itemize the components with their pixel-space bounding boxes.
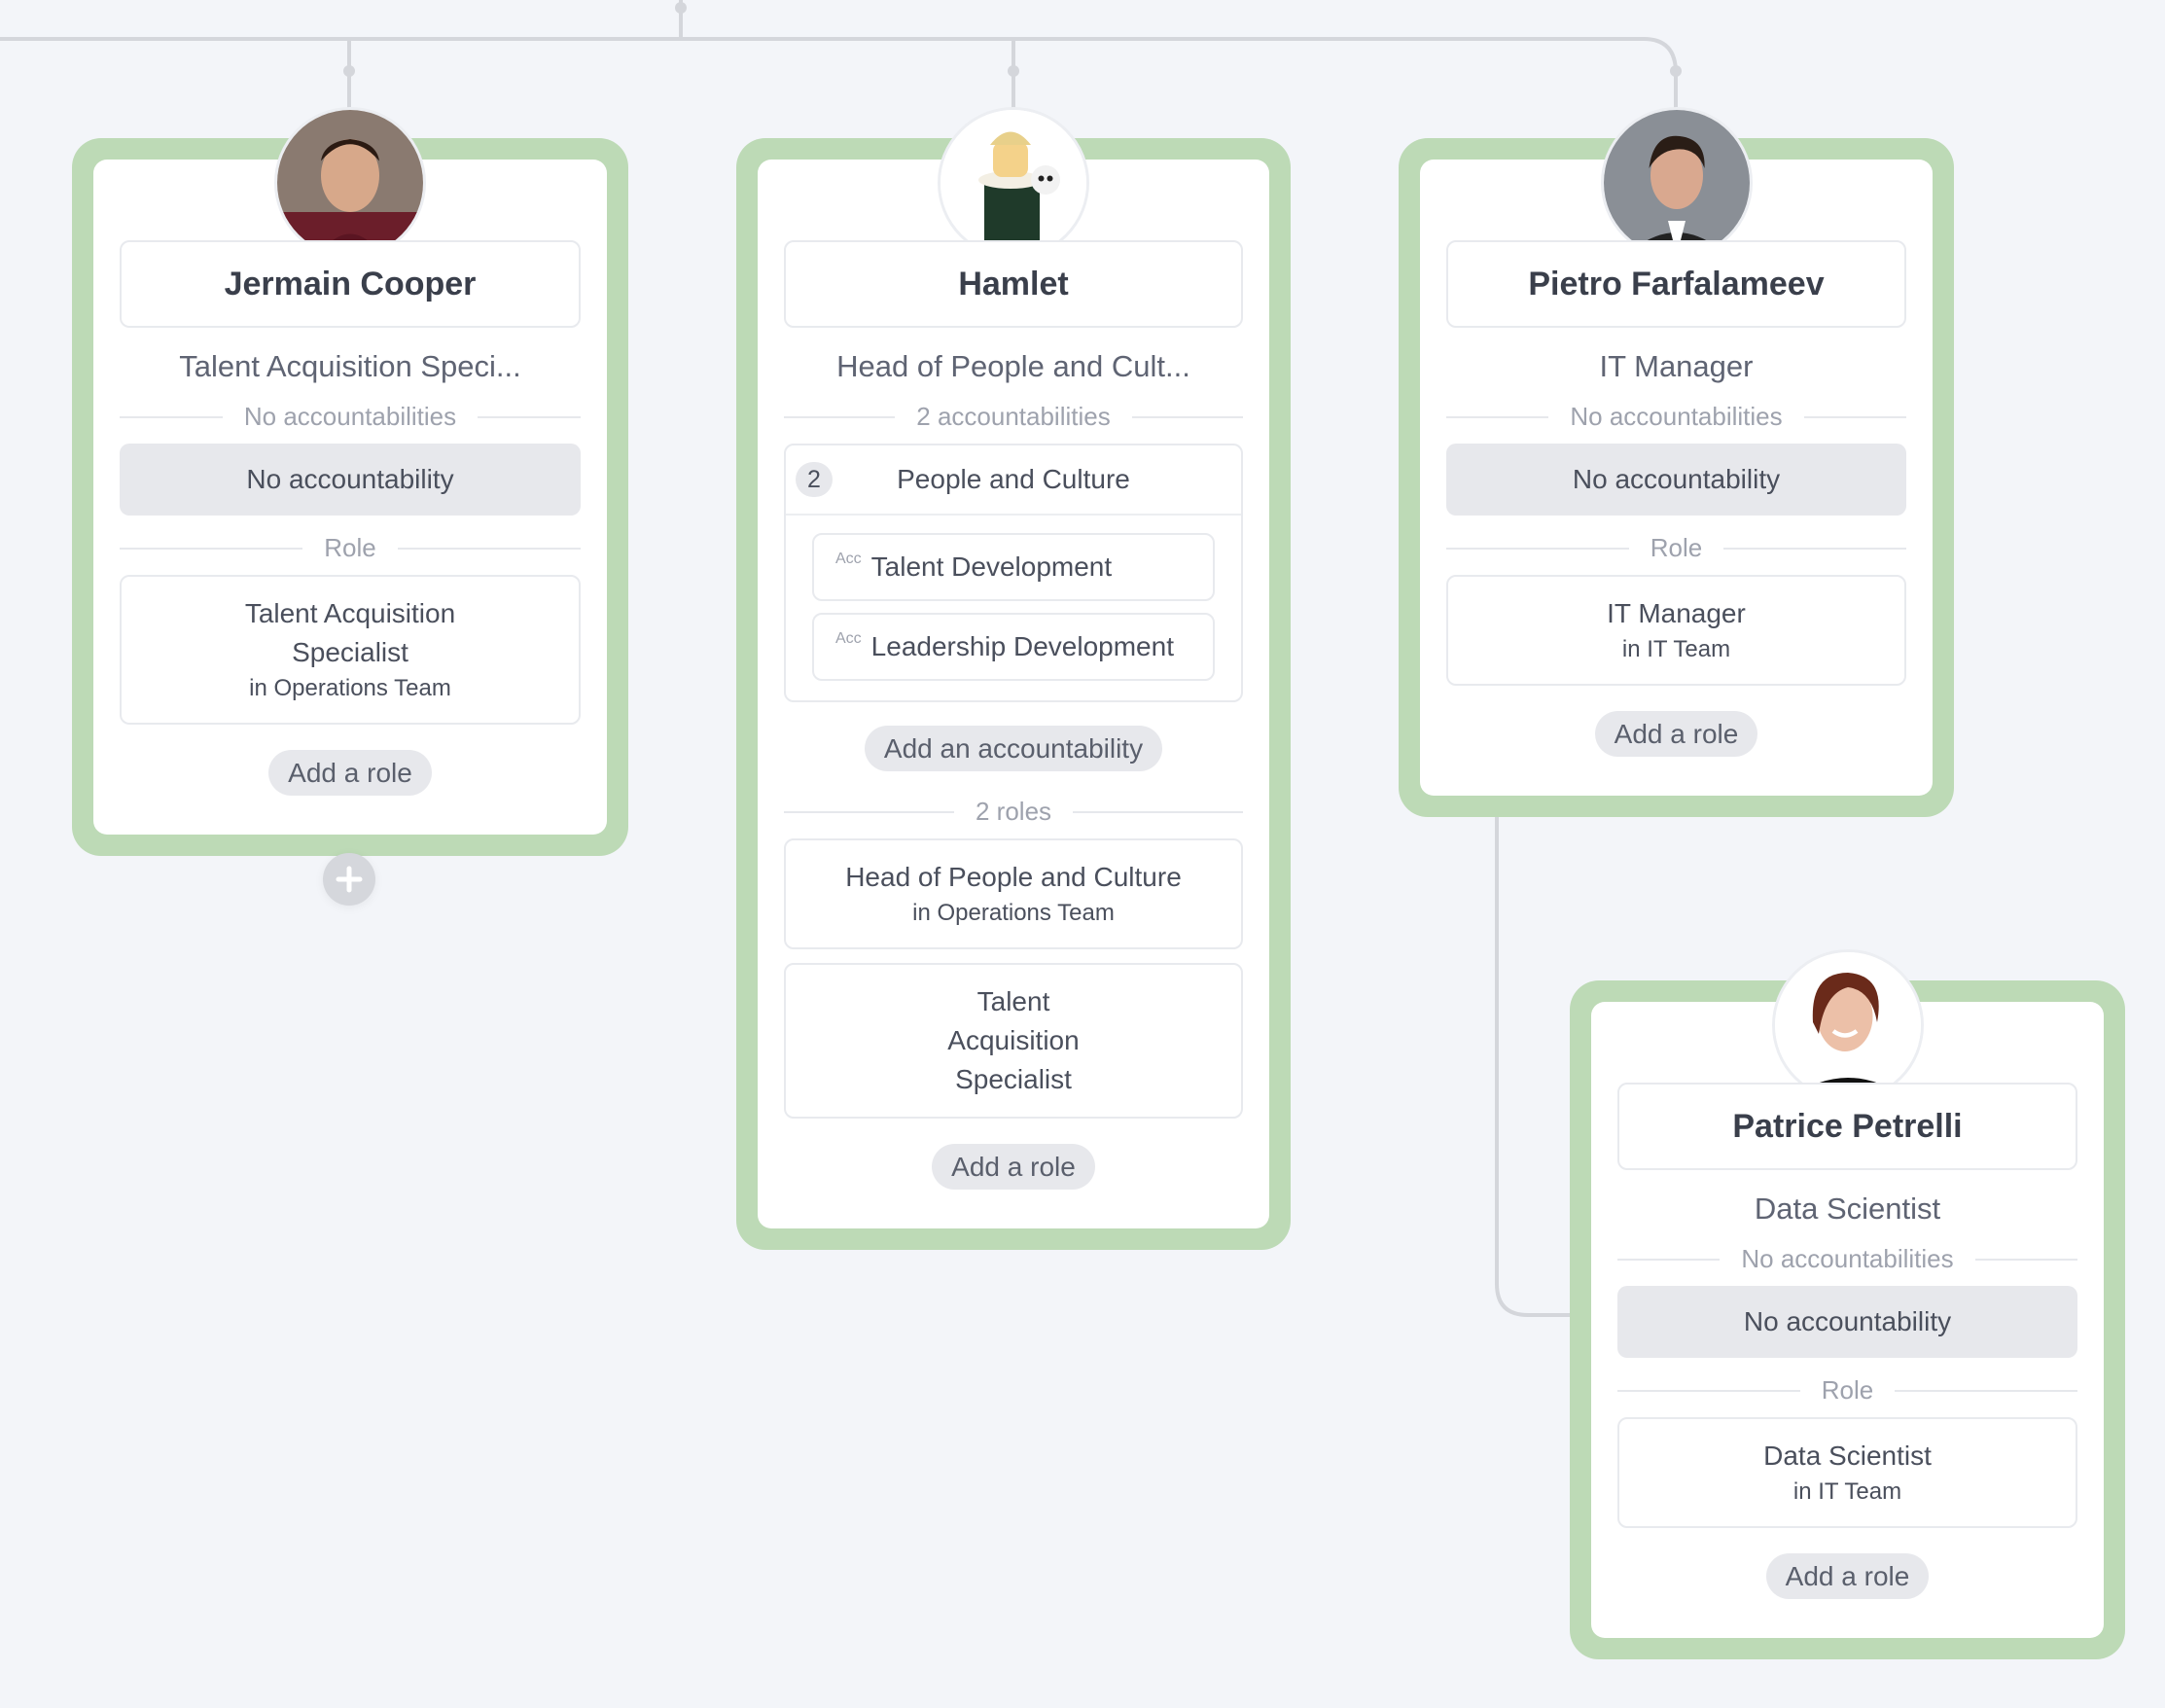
person-card: Jermain Cooper Talent Acquisition Speci..…	[72, 107, 628, 856]
card-body: Patrice Petrelli Data Scientist No account…	[1591, 949, 2104, 1638]
role-name: Talent Acquisition Specialist	[947, 986, 1080, 1094]
accountabilities-divider: No accountabilities	[1446, 402, 1906, 432]
: Add a role	[1617, 1553, 2077, 1599]
accountability-item[interactable]: Acc Leadership Development	[812, 613, 1215, 681]
accountability-item[interactable]: Acc Talent Development	[812, 533, 1215, 601]
accountabilities-divider: No accountabilities	[120, 402, 581, 432]
roles-divider: Role	[1617, 1375, 2077, 1406]
no-accountability-item[interactable]: No accountability	[120, 444, 581, 516]
role-item[interactable]: IT Manager in IT Team	[1446, 575, 1906, 686]
: Add an accountability	[784, 726, 1243, 771]
circle-accountabilities: 2 People and Culture Acc Talent Development…	[784, 444, 1243, 702]
role-team: in IT Team	[1792, 1478, 1902, 1505]
avatar[interactable]	[274, 107, 426, 259]
roles-divider: Role	[120, 533, 581, 563]
role-item[interactable]: Head of People and Culture in Operations …	[784, 838, 1243, 949]
role-item[interactable]: Talent Acquisition Specialist in Operatio…	[120, 575, 581, 725]
: Add a role	[1446, 711, 1906, 757]
card-body: Jermain Cooper Talent Acquisition Speci..…	[93, 107, 607, 835]
role-team: in IT Team	[1621, 636, 1731, 662]
: Add a role	[784, 1144, 1243, 1190]
avatar[interactable]	[1600, 107, 1753, 259]
no-accountability-item[interactable]: No accountability	[1617, 1286, 2077, 1358]
circle-name: People and Culture	[897, 464, 1130, 494]
role-team: in Operations Team	[249, 675, 451, 701]
role-name: Head of People and Culture	[845, 862, 1182, 892]
add-role-button[interactable]: Add a role	[1765, 1553, 1930, 1599]
accountability-count-badge: 2	[796, 462, 833, 497]
card-body: Hamlet Head of People and Cult... 2 accoun…	[758, 107, 1269, 1228]
roles-divider: Role	[1446, 533, 1906, 563]
person-title: Talent Acquisition Speci...	[179, 349, 521, 383]
person-card: Pietro Farfalameev IT Manager No accountab…	[1399, 107, 1954, 817]
person-name[interactable]: Pietro Farfalameev	[1446, 240, 1906, 328]
roles-divider: 2 roles	[784, 797, 1243, 827]
accountabilities-divider: 2 accountabilities	[784, 402, 1243, 432]
card-body: Pietro Farfalameev IT Manager No accountab…	[1420, 107, 1933, 796]
add-role-button[interactable]: Add a role	[268, 750, 432, 796]
role-item[interactable]: Data Scientist in IT Team	[1617, 1417, 2077, 1528]
: Add a role	[120, 750, 581, 796]
role-name: IT Manager	[1607, 598, 1746, 628]
person-title: IT Manager	[1599, 349, 1754, 383]
person-title: Data Scientist	[1754, 1192, 1941, 1226]
accountability-list: Acc Talent Development Acc Leadership Devel…	[786, 516, 1241, 700]
circle-header[interactable]: 2 People and Culture	[786, 445, 1241, 516]
person-name[interactable]: Jermain Cooper	[120, 240, 581, 328]
role-name: Data Scientist	[1763, 1441, 1932, 1471]
add-report-button[interactable]	[323, 853, 375, 906]
no-accountability-item[interactable]: No accountability	[1446, 444, 1906, 516]
person-title: Head of People and Cult...	[836, 349, 1190, 383]
avatar[interactable]	[1771, 949, 1924, 1101]
accountability-tag: Acc	[835, 551, 862, 567]
plus-icon	[336, 866, 363, 893]
person-card: Patrice Petrelli Data Scientist No account…	[1570, 949, 2125, 1659]
add-role-button[interactable]: Add a role	[1594, 711, 1758, 757]
person-name[interactable]: Patrice Petrelli	[1617, 1083, 2077, 1170]
accountability-name: Leadership Development	[870, 631, 1174, 661]
role-name: Talent Acquisition Specialist	[244, 598, 456, 667]
role-team: in Operations Team	[912, 900, 1115, 926]
person-name[interactable]: Hamlet	[784, 240, 1243, 328]
avatar[interactable]	[938, 107, 1089, 259]
accountability-name: Talent Development	[870, 552, 1113, 582]
role-item[interactable]: Talent Acquisition Specialist	[784, 963, 1243, 1119]
person-card: Hamlet Head of People and Cult... 2 accoun…	[736, 107, 1291, 1250]
accountability-tag: Acc	[835, 630, 862, 647]
add-role-button[interactable]: Add a role	[932, 1144, 1095, 1190]
add-accountability-button[interactable]: Add an accountability	[864, 726, 1163, 771]
accountabilities-divider: No accountabilities	[1617, 1244, 2077, 1274]
